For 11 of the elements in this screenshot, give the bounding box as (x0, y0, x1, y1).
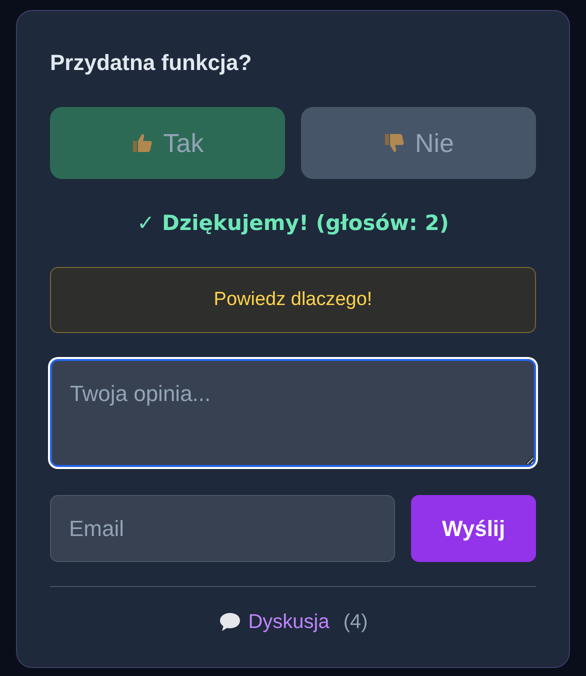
feedback-field[interactable]: Twoja opinia... (50, 359, 536, 467)
thanks-message: ✓ Dziękujemy! (głosów: 2) (137, 210, 449, 237)
speech-bubble-icon (218, 611, 242, 633)
card-title: Przydatna funkcja? (50, 49, 253, 77)
prompt-banner: Powiedz dlaczego! (50, 267, 536, 333)
discussion-link[interactable]: Dyskusja (248, 607, 330, 637)
send-button[interactable]: Wyślij (411, 495, 536, 562)
thumbs-down-icon (382, 131, 407, 155)
email-field[interactable]: Email (50, 495, 396, 562)
discussion-count: (4) (343, 610, 368, 635)
vote-button[interactable]: Nie (301, 107, 536, 179)
